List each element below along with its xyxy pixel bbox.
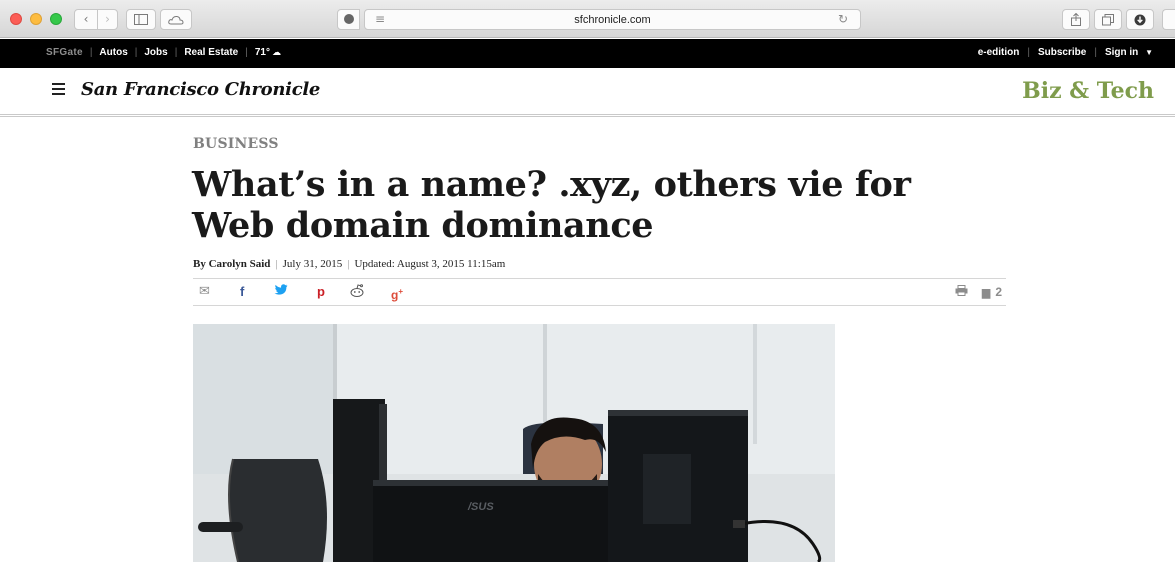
share-button[interactable] bbox=[1062, 9, 1090, 30]
weather-temp[interactable]: 71° bbox=[255, 47, 270, 58]
sfgate-link[interactable]: SFGate bbox=[46, 47, 83, 58]
jobs-link[interactable]: Jobs bbox=[144, 47, 167, 58]
twitter-icon[interactable] bbox=[274, 284, 288, 300]
pinterest-icon[interactable]: p bbox=[317, 284, 325, 300]
article-photo[interactable]: /SUS bbox=[193, 324, 835, 562]
close-window-button[interactable] bbox=[10, 13, 22, 25]
reload-icon[interactable]: ↻ bbox=[838, 12, 848, 26]
dot-icon bbox=[343, 14, 354, 24]
masthead: San Francisco Chronicle Biz & Tech bbox=[0, 68, 1175, 117]
subscribe-link[interactable]: Subscribe bbox=[1038, 47, 1086, 58]
divider: | bbox=[89, 47, 93, 58]
author-name[interactable]: By Carolyn Said bbox=[193, 258, 270, 270]
chevron-left-icon: ‹ bbox=[83, 12, 89, 26]
divider: | bbox=[174, 47, 178, 58]
divider: | bbox=[245, 47, 248, 58]
publish-date: July 31, 2015 bbox=[282, 258, 343, 270]
tabs-overview-icon bbox=[1102, 14, 1114, 26]
cloud-icon bbox=[168, 15, 184, 25]
forward-button[interactable]: › bbox=[97, 9, 118, 30]
chevron-right-icon: › bbox=[105, 12, 110, 26]
tab-overview-button[interactable] bbox=[1094, 9, 1122, 30]
email-icon[interactable]: ✉ bbox=[199, 284, 210, 300]
caret-down-icon[interactable]: ▼ bbox=[1145, 48, 1153, 57]
sidebar-icon bbox=[134, 14, 148, 25]
autos-link[interactable]: Autos bbox=[99, 47, 127, 58]
google-plus-icon[interactable]: g+ bbox=[391, 284, 403, 303]
sign-in-link[interactable]: Sign in bbox=[1105, 47, 1138, 58]
article-byline: By Carolyn Said | July 31, 2015 | Updated: A… bbox=[193, 258, 505, 270]
downloads-button[interactable] bbox=[1126, 9, 1154, 30]
print-icon[interactable] bbox=[955, 284, 968, 300]
account-links: e-edition | Subscribe | Sign in ▼ bbox=[978, 47, 1153, 58]
article-kicker[interactable]: BUSINESS bbox=[193, 136, 279, 152]
office-photo-illustration: /SUS bbox=[193, 324, 835, 562]
e-edition-link[interactable]: e-edition bbox=[978, 47, 1020, 58]
icloud-tabs-button[interactable] bbox=[160, 9, 192, 30]
article-headline: What’s in a name? .xyz, others vie for W… bbox=[192, 164, 911, 246]
monitor-brand-label: /SUS bbox=[467, 501, 494, 513]
divider: | bbox=[134, 47, 138, 58]
divider: | bbox=[347, 258, 350, 270]
facebook-icon[interactable]: f bbox=[240, 284, 244, 300]
address-bar[interactable]: ≡ sfchronicle.com ↻ bbox=[364, 9, 861, 30]
browser-toolbar: ‹ › ≡ sfchronicle.com ↻ bbox=[0, 0, 1175, 38]
section-title[interactable]: Biz & Tech bbox=[1022, 78, 1154, 104]
back-button[interactable]: ‹ bbox=[74, 9, 98, 30]
comments-button[interactable]: ▆ 2 bbox=[982, 284, 1002, 301]
site-top-bar: SFGate | Autos | Jobs | Real Estate | 71° ☁ e-edi… bbox=[0, 39, 1175, 68]
sidebar-button[interactable] bbox=[126, 9, 156, 30]
reddit-icon[interactable] bbox=[349, 284, 365, 301]
top-links: SFGate | Autos | Jobs | Real Estate | 71° ☁ bbox=[46, 47, 281, 58]
divider: | bbox=[1027, 47, 1030, 58]
zoom-window-button[interactable] bbox=[50, 13, 62, 25]
divider: | bbox=[1094, 47, 1097, 58]
menu-icon[interactable] bbox=[52, 83, 65, 98]
site-logo[interactable]: San Francisco Chronicle bbox=[81, 79, 320, 100]
minimize-window-button[interactable] bbox=[30, 13, 42, 25]
share-bar: ✉ f p g+ ▆ 2 bbox=[193, 278, 1006, 306]
weather-cloud-icon: ☁ bbox=[271, 48, 281, 58]
toolbar-edge bbox=[1162, 9, 1175, 30]
downloads-icon bbox=[1134, 14, 1146, 26]
comment-count: 2 bbox=[995, 285, 1002, 299]
divider: | bbox=[275, 258, 278, 270]
real-estate-link[interactable]: Real Estate bbox=[184, 47, 238, 58]
privacy-button[interactable] bbox=[337, 9, 360, 30]
url-text: sfchronicle.com bbox=[574, 14, 651, 26]
updated-date: Updated: August 3, 2015 11:15am bbox=[354, 258, 506, 270]
comments-icon: ▆ bbox=[981, 286, 991, 299]
share-icon bbox=[1071, 12, 1081, 26]
